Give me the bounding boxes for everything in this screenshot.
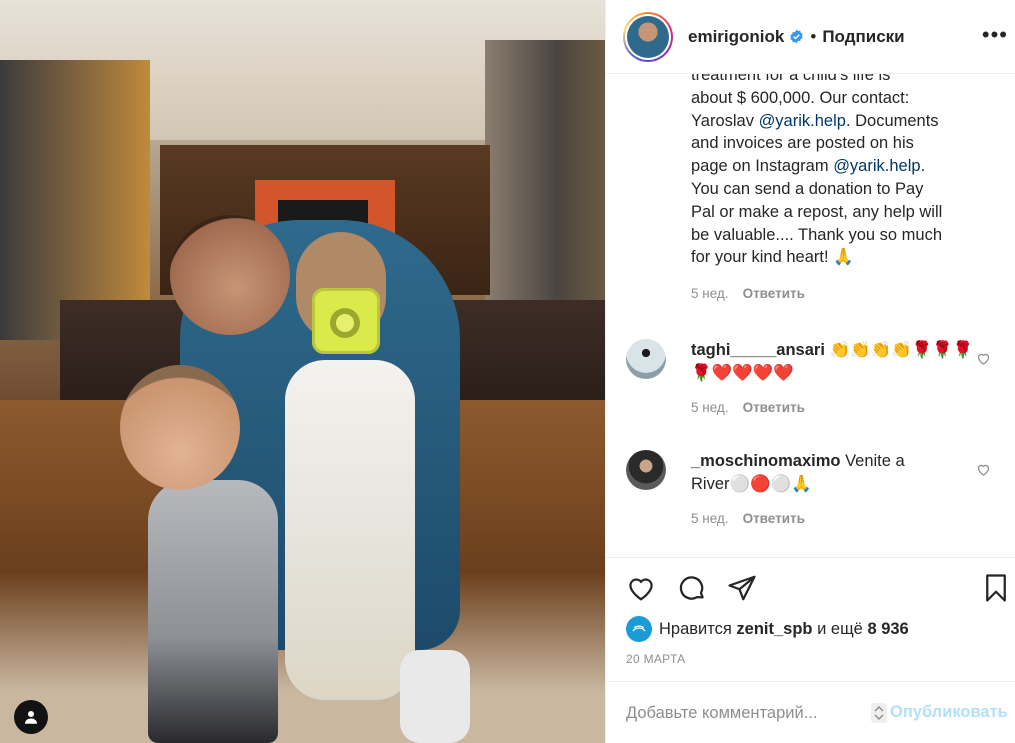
reply-button[interactable]: Ответить [743, 286, 805, 301]
tagged-users-button[interactable] [14, 700, 48, 734]
like-comment-heart-icon[interactable] [976, 462, 991, 477]
author-avatar[interactable] [623, 11, 673, 62]
commenter-avatar[interactable] [626, 339, 666, 379]
caption-line: about $ 600,000. Our contact: [691, 88, 910, 107]
photo-wall-left [0, 60, 150, 340]
caption-line: Pal or make a repost, any help will [691, 202, 943, 221]
photo-shoes [400, 650, 470, 743]
heart-icon[interactable] [626, 573, 656, 603]
zenit-logo-icon [632, 625, 646, 632]
caption-line: for your kind heart! 🙏 [691, 248, 854, 267]
comment-meta: 5 нед. Ответить [691, 397, 981, 420]
caption-text: treatment for a child's life is about $ … [691, 74, 991, 306]
caption-line: treatment for a child's life is [691, 74, 891, 84]
photo-boy-head [120, 365, 240, 490]
reply-button[interactable]: Ответить [743, 511, 805, 526]
caption-line: and invoices are posted on his [691, 134, 914, 153]
likes-user[interactable]: zenit_spb [736, 620, 812, 639]
likes-prefix: Нравится [659, 619, 732, 638]
caption-meta: 5 нед. Ответить [691, 283, 991, 306]
post-view: emirigoniok • Подписки ••• treatment for… [0, 0, 1015, 743]
zenit-avatar[interactable] [626, 616, 652, 642]
comment-input[interactable] [626, 703, 856, 723]
author-username[interactable]: emirigoniok [688, 27, 784, 47]
bookmark-icon[interactable] [981, 573, 1011, 603]
comment-icon[interactable] [677, 573, 707, 603]
likes-summary[interactable]: Нравится zenit_spb и ещё 8 936 [626, 616, 909, 642]
photo-camera [312, 288, 380, 354]
photo-girl [285, 360, 415, 700]
likes-middle: и ещё [817, 619, 863, 638]
post-sidebar: emirigoniok • Подписки ••• treatment for… [605, 0, 1015, 743]
comment-age: 5 нед. [691, 399, 729, 415]
likes-count[interactable]: 8 936 [867, 620, 908, 639]
header-separator: • [810, 26, 817, 46]
reply-button[interactable]: Ответить [743, 400, 805, 415]
photo-boy [148, 480, 278, 743]
person-icon [25, 711, 37, 724]
caption-age: 5 нед. [691, 286, 729, 302]
caption-line: You can send a donation to Pay [691, 179, 924, 198]
more-options-icon[interactable]: ••• [982, 22, 1008, 48]
comment-meta: 5 нед. Ответить [691, 508, 981, 531]
post-header: emirigoniok • Подписки ••• [606, 0, 1015, 74]
post-photo[interactable] [0, 0, 605, 743]
mention-link[interactable]: @yarik.help [759, 112, 846, 130]
following-button[interactable]: Подписки [822, 27, 904, 47]
caption-line: be valuable.... Thank you so much [691, 225, 943, 244]
comments-list[interactable]: treatment for a child's life is about $ … [606, 74, 1015, 557]
commenter-username[interactable]: _moschinomaximo [691, 452, 840, 470]
post-actions: Нравится zenit_spb и ещё 8 936 20 МАРТА … [606, 557, 1015, 743]
comment-age: 5 нед. [691, 510, 729, 526]
verified-badge-icon [790, 29, 804, 44]
resize-handle-icon[interactable] [871, 703, 887, 723]
photo-man-head [170, 215, 290, 335]
author-avatar-image [627, 15, 669, 58]
post-date[interactable]: 20 МАРТА [626, 652, 685, 666]
photo-wall-right [485, 40, 605, 340]
add-comment-bar: Опубликовать [606, 681, 1015, 743]
mention-link[interactable]: @yarik.help [833, 157, 920, 175]
publish-button[interactable]: Опубликовать [890, 703, 1008, 722]
commenter-avatar[interactable] [626, 450, 666, 490]
like-comment-heart-icon[interactable] [976, 351, 991, 366]
commenter-username[interactable]: taghi_____ansari [691, 341, 825, 359]
caption-line: Yaroslav @yarik.help. Documents [691, 111, 939, 130]
share-icon[interactable] [727, 573, 757, 603]
caption-line: page on Instagram @yarik.help. [691, 157, 926, 176]
